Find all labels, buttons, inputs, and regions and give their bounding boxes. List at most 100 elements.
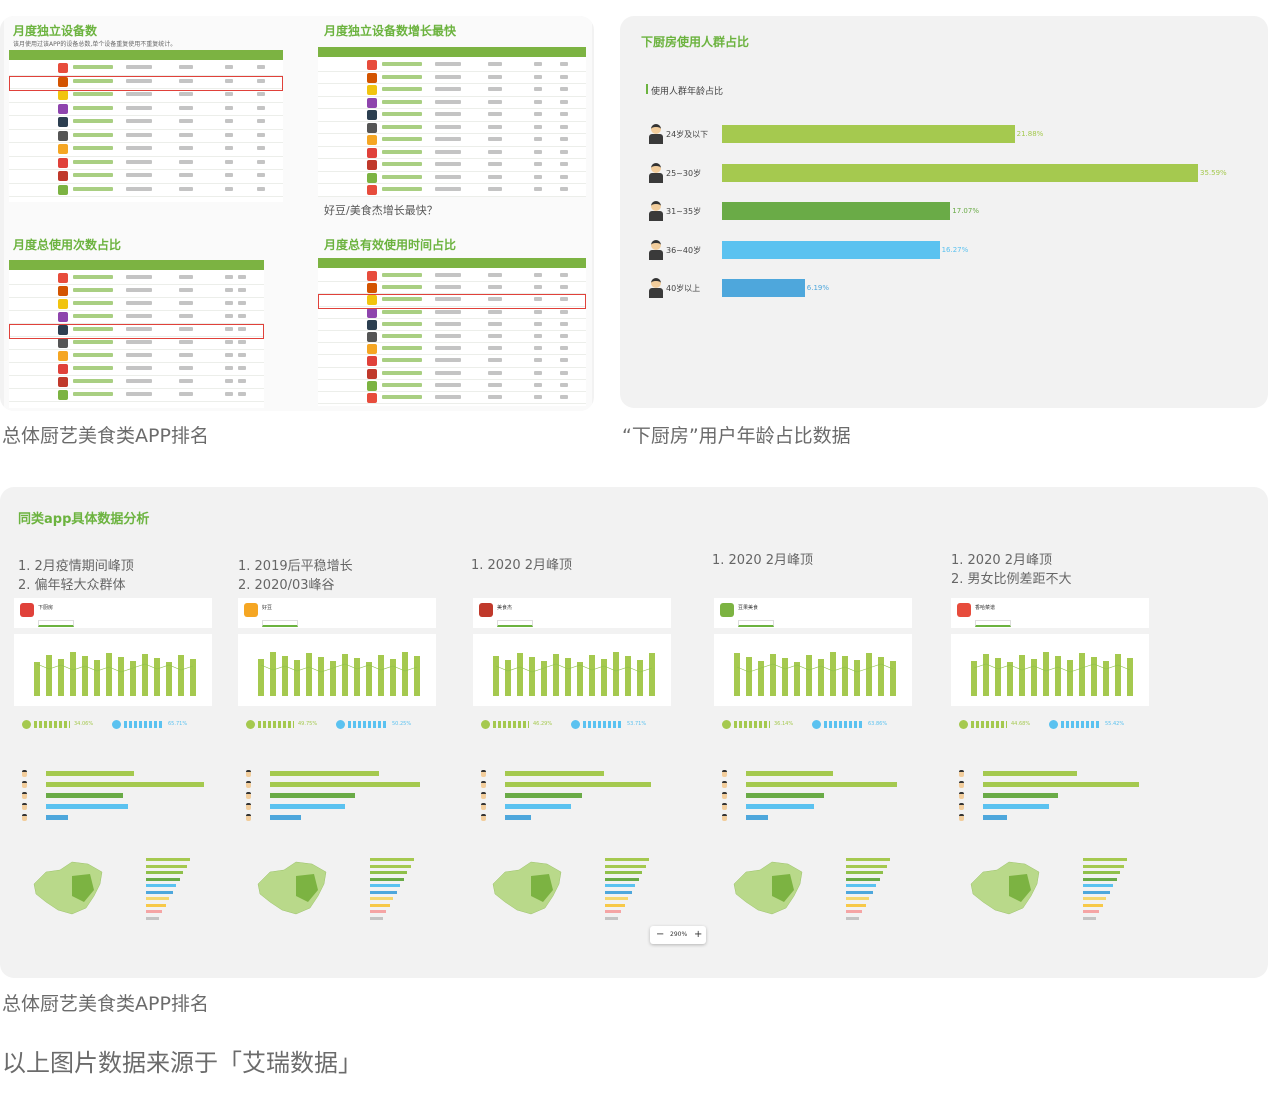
app-icon [58,144,68,154]
table-cell [73,105,113,110]
app-icon [479,603,493,617]
table-cell [179,314,193,318]
table-cell [435,346,461,351]
mini-avatar-icon [722,781,727,788]
table-header [9,260,264,270]
trend-bar [106,653,112,696]
table-cell [179,173,193,177]
mini-age-bar [46,771,135,776]
app-icon [367,147,377,158]
tab-trend[interactable] [262,620,298,627]
app-icon [58,338,68,348]
trend-bar [734,653,740,696]
footer-note: 以上图片数据来源于「艾瑞数据」 [2,1049,362,1077]
app-icon [367,122,377,133]
male-figures [348,721,388,728]
age-value-label: 21.88% [1016,130,1044,138]
table-cell [179,288,193,292]
table-cell [73,173,113,177]
region-bar [605,858,649,861]
table-cell [560,273,568,277]
table-cell [534,321,542,326]
china-map [728,856,808,918]
app-icon [367,271,377,281]
app-icon [58,286,68,296]
region-bar [1083,916,1096,920]
region-bar [846,910,862,913]
table-row [9,376,264,389]
trend-bar [1067,660,1073,696]
table-cell [382,187,422,191]
zoom-in-button[interactable]: + [694,929,702,940]
table-row [318,159,586,172]
table-cell [126,159,152,164]
trend-bar [842,656,848,696]
region-bar [1083,910,1099,913]
region-bar [846,877,880,881]
app-icon [58,103,68,114]
mini-age-bar [46,804,128,809]
table-cell [560,382,568,387]
trend-bar [402,652,408,696]
table-cell [179,65,193,69]
table-cell [560,321,568,326]
person-avatar-icon [648,278,664,298]
trend-bar [118,657,124,696]
trend-bar [782,658,788,696]
app-icon [367,85,377,95]
app-summary-card: 美食杰 [473,598,671,628]
app-icon [367,160,377,170]
mini-age-bar [505,771,604,776]
male-icon [812,720,821,729]
table-cell [435,187,461,191]
app-icon [58,157,68,168]
table-cell [488,395,502,399]
mini-avatar-icon [246,770,251,777]
trend-bar [818,659,824,696]
age-subtitle-marker [646,84,648,94]
table-cell [534,74,542,79]
male-icon [1049,720,1058,729]
age-bar [722,240,940,259]
female-icon [22,720,31,729]
mini-avatar-icon [22,781,27,788]
female-icon [959,720,968,729]
mini-avatar-icon [722,792,727,799]
table-cell [179,92,193,96]
trend-bar [854,660,860,696]
tab-trend[interactable] [738,620,774,627]
zoom-out-button[interactable]: − [656,929,664,940]
table-cell [382,149,422,154]
tab-trend[interactable] [497,620,533,627]
trend-bar [995,658,1001,696]
tab-trend[interactable] [38,620,74,627]
app-name: 好豆 [262,605,273,611]
trend-svg [971,652,1133,696]
male-pct: 55.42% [1105,721,1125,727]
app-icon [58,184,68,195]
trend-bar [983,654,989,696]
mini-age-bar [746,793,825,798]
china-map-svg [33,861,103,915]
trend-bar [82,656,88,696]
mini-avatar-icon [22,792,27,799]
zoom-control[interactable]: − 290% + [650,926,706,944]
china-map [487,856,567,918]
table-cell [382,62,422,66]
age-panel-title: 下厨房使用人群占比 [641,35,750,49]
table-cell [179,159,193,164]
region-bar [605,871,642,874]
app-icon [58,63,68,73]
table-cell [126,314,152,318]
tab-trend[interactable] [975,620,1011,627]
trend-bar [794,662,800,696]
region-bar [370,903,390,907]
mini-age-bar [270,771,379,776]
mini-age-bar [746,804,814,809]
app-icon [720,603,734,617]
region-bar [146,916,159,920]
region-bar [1083,871,1120,874]
mini-age-bar [270,815,301,820]
mini-avatar-icon [481,781,486,788]
table-cell [73,379,113,383]
